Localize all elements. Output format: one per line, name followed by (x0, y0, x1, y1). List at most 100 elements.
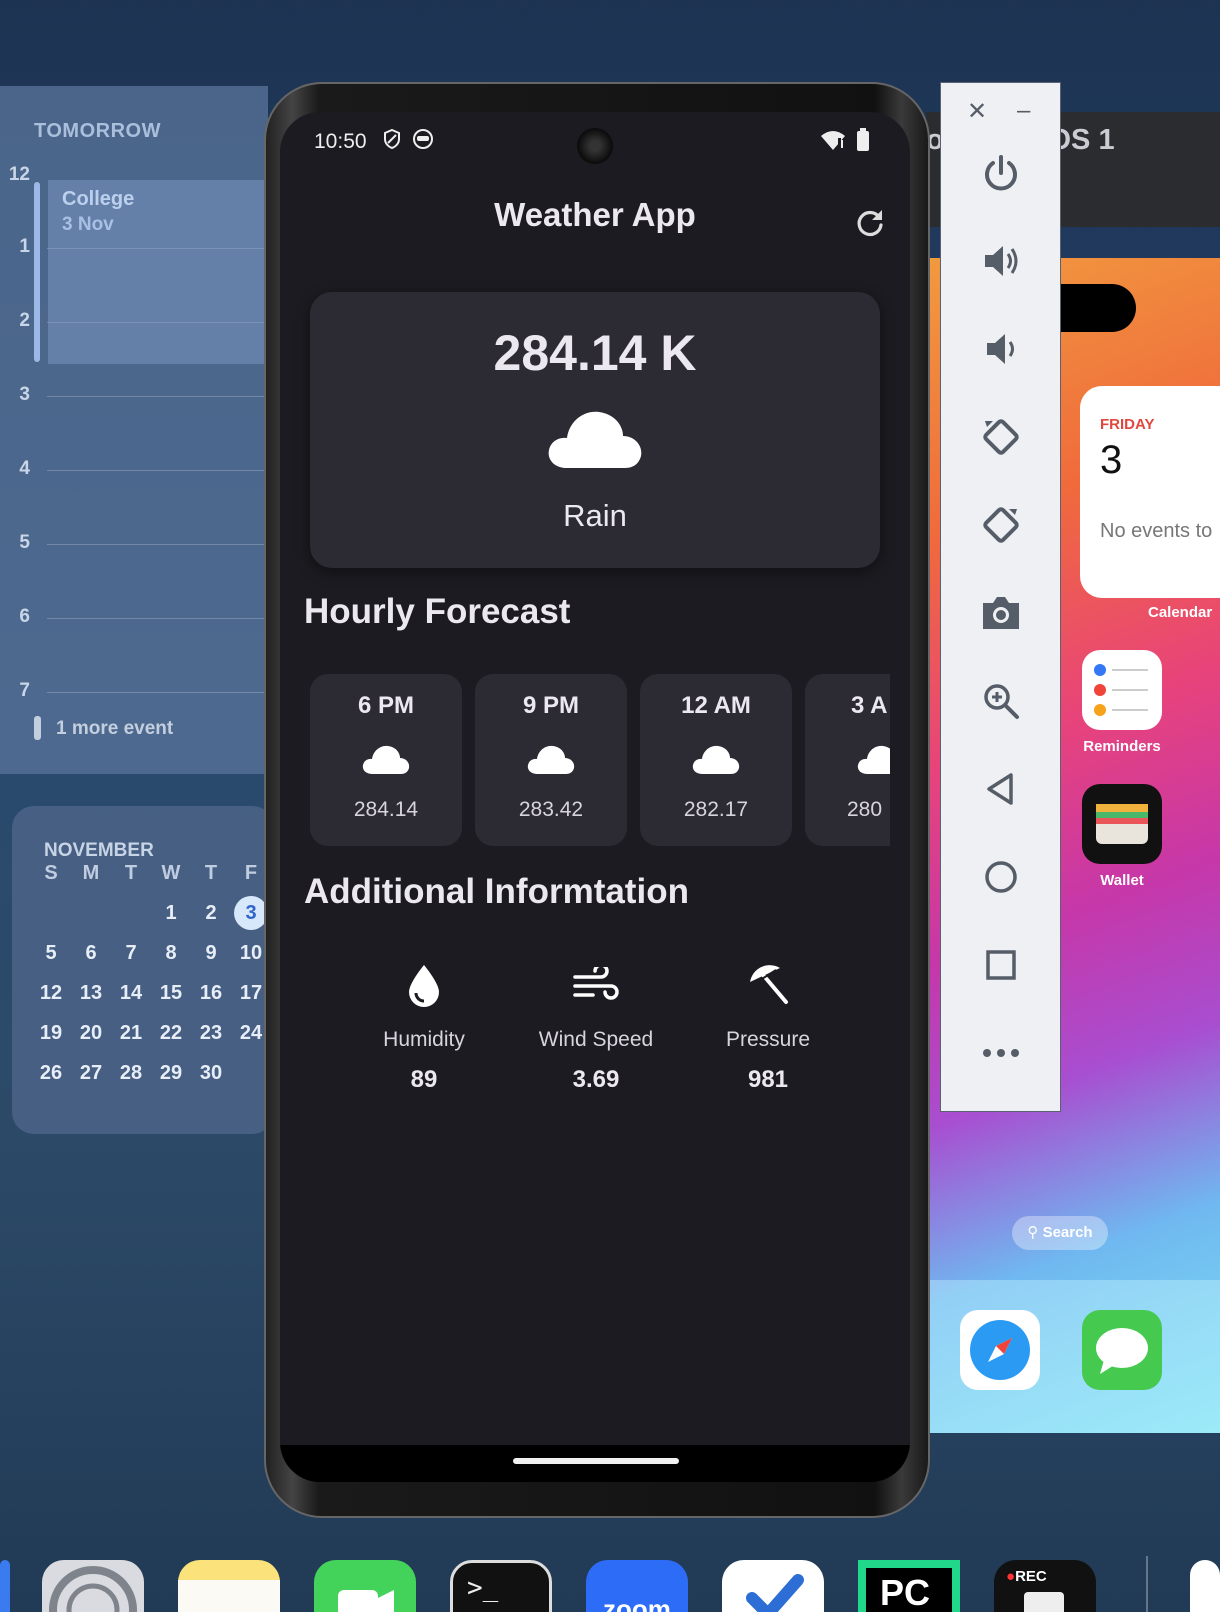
minimize-icon[interactable]: – (1017, 97, 1030, 125)
hourly-card[interactable]: 3 A 280 (805, 674, 890, 846)
humidity-info: Humidity 89 (334, 960, 514, 1094)
home-button[interactable] (975, 851, 1027, 903)
overview-button[interactable] (975, 939, 1027, 991)
calendar-day[interactable]: 28 (114, 1062, 148, 1085)
volume-up-button[interactable] (975, 235, 1027, 287)
hourly-card[interactable]: 9 PM 283.42 (475, 674, 627, 846)
chrome-dock-icon-partial[interactable] (1190, 1560, 1220, 1612)
screenshot-button[interactable] (975, 587, 1027, 639)
cloud-icon (857, 745, 890, 774)
hourly-time: 6 PM (357, 692, 414, 719)
calendar-day[interactable]: 6 (74, 942, 108, 965)
back-triangle-icon (987, 773, 1013, 805)
calendar-day[interactable]: 30 (194, 1062, 228, 1085)
messages-app-icon[interactable] (1082, 1310, 1162, 1390)
humidity-label: Humidity (383, 1028, 465, 1051)
weekday-header: T (124, 862, 138, 884)
calendar-day[interactable]: 27 (74, 1062, 108, 1085)
hourly-card[interactable]: 6 PM 284.14 (310, 674, 462, 846)
ios-widget-empty: No events to (1100, 520, 1213, 542)
calendar-day[interactable]: 15 (154, 982, 188, 1005)
dock-app-partial[interactable] (0, 1560, 10, 1612)
calendar-day[interactable]: 5 (34, 942, 68, 965)
ios-calendar-widget[interactable]: FRIDAY 3 No events to (1080, 386, 1220, 598)
hourly-time: 3 A (851, 692, 888, 719)
refresh-button[interactable] (850, 202, 890, 242)
beach-umbrella-icon (750, 965, 788, 1004)
calendar-day[interactable]: 1 (154, 902, 188, 925)
calendar-day[interactable]: 7 (114, 942, 148, 965)
facetime-dock-icon[interactable] (314, 1560, 416, 1612)
todo-dock-icon[interactable] (722, 1560, 824, 1612)
terminal-dock-icon[interactable]: >_ (450, 1560, 552, 1612)
calendar-day[interactable]: 17 (234, 982, 268, 1005)
safari-app-icon[interactable] (960, 1310, 1040, 1390)
more-button[interactable] (975, 1027, 1027, 1079)
volume-up-icon (985, 246, 1018, 276)
volume-down-button[interactable] (975, 323, 1027, 375)
wallet-app-icon[interactable] (1082, 784, 1162, 864)
air-icon (573, 967, 619, 1000)
current-weather-card: 284.14 K Rain (310, 292, 880, 568)
current-condition: Rain (563, 498, 627, 533)
calendar-day[interactable]: 23 (194, 1022, 228, 1045)
calendar-day[interactable]: 19 (34, 1022, 68, 1045)
pressure-value: 981 (747, 1066, 789, 1093)
rotate-right-button[interactable] (975, 499, 1027, 551)
power-icon (985, 155, 1017, 191)
weekday-header: F (244, 862, 258, 884)
calendar-day[interactable]: 24 (234, 1022, 268, 1045)
overview-square-icon (986, 950, 1016, 980)
calendar-day[interactable]: 10 (234, 942, 268, 965)
hourly-forecast-list[interactable]: 6 PM 284.14 9 PM 283.42 12 AM 282.17 3 A… (310, 674, 890, 848)
ios-widget-date: 3 (1100, 438, 1123, 482)
calendar-day[interactable]: 13 (74, 982, 108, 1005)
power-button[interactable] (975, 147, 1027, 199)
calendar-day[interactable]: 14 (114, 982, 148, 1005)
ios-search-pill[interactable]: ⚲ Search (1012, 1216, 1108, 1250)
calendar-day-today[interactable]: 3 (234, 896, 268, 930)
weekday-header: T (204, 862, 218, 884)
wallet-app-label: Wallet (1100, 872, 1144, 889)
wind-speed-info: Wind Speed 3.69 (506, 960, 686, 1094)
zoom-button[interactable] (975, 675, 1027, 727)
pycharm-label: PC (880, 1572, 931, 1612)
emulator-toolbar: ✕ – (940, 82, 1061, 1112)
zoom-dock-icon[interactable]: zoom (586, 1560, 688, 1612)
pycharm-dock-icon[interactable]: PC (858, 1560, 960, 1612)
close-icon[interactable]: ✕ (967, 97, 987, 126)
notes-dock-icon[interactable] (178, 1560, 280, 1612)
weekday-header: S (44, 862, 58, 884)
hourly-time: 12 AM (681, 692, 751, 719)
calendar-day[interactable]: 8 (154, 942, 188, 965)
calendar-day[interactable]: 16 (194, 982, 228, 1005)
more-events-link[interactable]: 1 more event (56, 718, 173, 740)
system-settings-dock-icon[interactable] (42, 1560, 144, 1612)
calendar-day[interactable]: 29 (154, 1062, 188, 1085)
calendar-day[interactable]: 21 (114, 1022, 148, 1045)
calendar-widget[interactable]: TOMORROW 12 1 2 3 4 5 6 7 College 3 Nov … (0, 86, 268, 774)
status-right-icons (820, 128, 870, 152)
calendar-day[interactable]: 20 (74, 1022, 108, 1045)
calendar-day[interactable]: 9 (194, 942, 228, 965)
gesture-home-pill[interactable] (513, 1458, 679, 1464)
calendar-day[interactable]: 26 (34, 1062, 68, 1085)
app-title: Weather App (494, 196, 696, 233)
hour-row: 7 (0, 680, 268, 701)
search-icon: ⚲ (1027, 1224, 1039, 1241)
back-button[interactable] (975, 763, 1027, 815)
hourly-temp: 280 (847, 798, 883, 821)
hourly-card[interactable]: 12 AM 282.17 (640, 674, 792, 846)
hourly-time: 9 PM (522, 692, 579, 719)
shield-icon (384, 128, 400, 150)
reminders-app-icon[interactable] (1082, 650, 1162, 730)
rec-label: REC (1015, 1568, 1047, 1585)
calendar-day[interactable]: 22 (154, 1022, 188, 1045)
rotate-left-button[interactable] (975, 411, 1027, 463)
calendar-day[interactable]: 12 (34, 982, 68, 1005)
home-circle-icon (985, 861, 1017, 893)
month-calendar-widget[interactable]: NOVEMBER S M T W T F 1 2 3 5 6 7 8 9 10 12 13 14 15 16 17 19 2… (12, 806, 274, 1134)
calendar-day[interactable]: 2 (194, 902, 228, 925)
screen-recorder-dock-icon[interactable]: ●REC (994, 1560, 1096, 1612)
hour-label: 1 (19, 236, 30, 257)
